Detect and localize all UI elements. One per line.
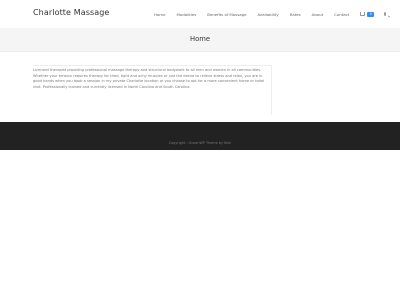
site-footer: Copyright - OceanWP Theme by Nick bbox=[0, 122, 400, 150]
page-title: Home bbox=[189, 35, 211, 43]
nav-item-home[interactable]: Home bbox=[154, 12, 166, 17]
nav-item-benefits[interactable]: Benefits of Massage bbox=[207, 12, 246, 17]
nav-item-availability[interactable]: Availability bbox=[257, 12, 278, 17]
cart-count-badge: 0 bbox=[367, 12, 375, 17]
cart-button[interactable]: 0 bbox=[360, 11, 375, 17]
main-nav: Home Modalities Benefits of Massage Avai… bbox=[154, 11, 387, 17]
site-title[interactable]: Charlotte Massage bbox=[33, 8, 109, 17]
nav-item-about[interactable]: About bbox=[312, 12, 324, 17]
search-icon[interactable] bbox=[384, 11, 387, 16]
content-divider bbox=[33, 65, 271, 66]
nav-item-rates[interactable]: Rates bbox=[290, 12, 301, 17]
cart-icon bbox=[360, 11, 366, 16]
nav-item-modalities[interactable]: Modalities bbox=[177, 12, 197, 17]
main-content: Licensed therapist providing professiona… bbox=[0, 52, 400, 122]
page-header: Home bbox=[0, 28, 400, 52]
page-background bbox=[0, 150, 400, 300]
sidebar-divider bbox=[271, 65, 272, 115]
footer-copyright: Copyright - OceanWP Theme by Nick bbox=[168, 141, 232, 145]
nav-item-contact[interactable]: Contact bbox=[334, 12, 349, 17]
site-header: Charlotte Massage Home Modalities Benefi… bbox=[0, 0, 400, 29]
intro-paragraph: Licensed therapist providing professiona… bbox=[33, 68, 265, 89]
